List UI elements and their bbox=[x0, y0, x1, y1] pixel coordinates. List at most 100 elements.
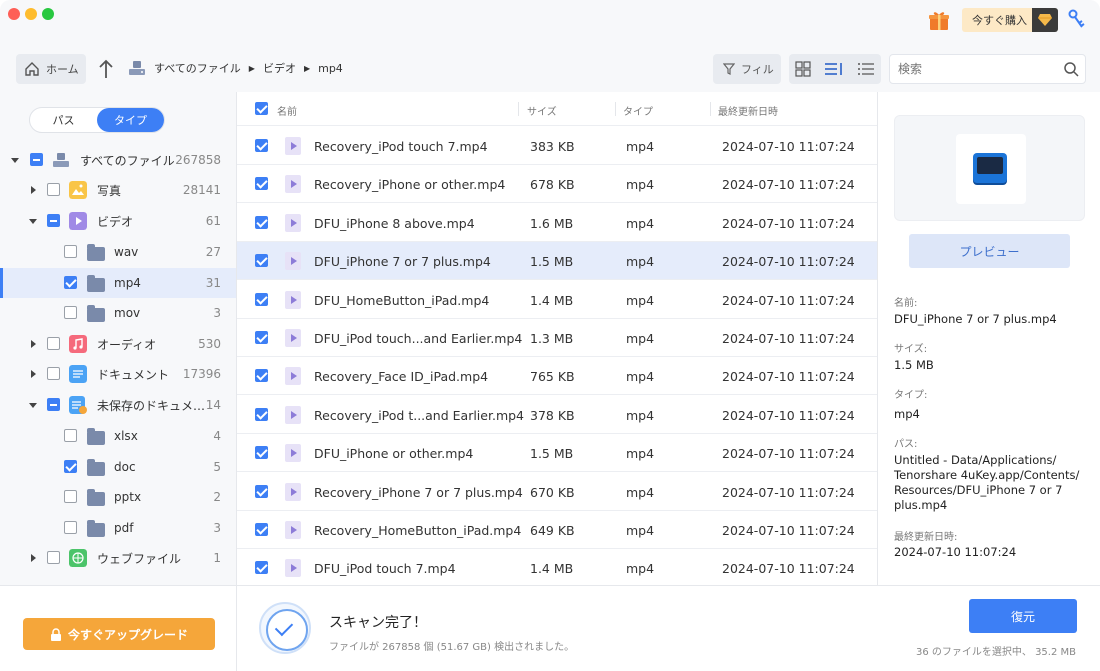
upgrade-button[interactable]: 今すぐアップグレード bbox=[23, 618, 215, 650]
video-file-icon bbox=[285, 367, 301, 386]
checkbox[interactable] bbox=[64, 460, 77, 473]
checkbox[interactable] bbox=[64, 429, 77, 442]
tree-item-audio[interactable]: オーディオ 530 bbox=[0, 329, 236, 359]
search-icon[interactable] bbox=[1063, 61, 1079, 77]
column-header-type[interactable]: タイプ bbox=[623, 103, 653, 118]
tab-path[interactable]: パス bbox=[30, 108, 97, 132]
collapse-icon[interactable] bbox=[29, 219, 37, 224]
register-key-icon[interactable] bbox=[1066, 9, 1086, 31]
file-modified: 2024-07-10 11:07:24 bbox=[722, 215, 855, 231]
filter-button[interactable]: フィル bbox=[713, 54, 781, 84]
selection-summary: 36 のファイルを選択中、 35.2 MB bbox=[915, 647, 1076, 658]
table-row[interactable]: DFU_iPhone 8 above.mp4 1.6 MB mp4 2024-07-1… bbox=[237, 204, 877, 242]
file-type: mp4 bbox=[626, 177, 655, 193]
audio-icon bbox=[69, 335, 87, 353]
table-row[interactable]: Recovery_iPod t...and Earlier.mp4 378 KB m… bbox=[237, 396, 877, 434]
breadcrumb-item[interactable]: すべてのファイル bbox=[154, 60, 241, 76]
tree-item-web-files[interactable]: ウェブファイル 1 bbox=[0, 543, 236, 573]
tree-item-wav[interactable]: wav 27 bbox=[0, 237, 236, 267]
tree-item-all-files[interactable]: すべてのファイル 267858 bbox=[0, 145, 236, 175]
collapse-icon[interactable] bbox=[11, 158, 19, 163]
tree-item-photos[interactable]: 写真 28141 bbox=[0, 175, 236, 205]
video-file-icon bbox=[285, 137, 301, 155]
checkbox[interactable] bbox=[47, 367, 60, 380]
tree-item-unsaved-documents[interactable]: 未保存のドキュメ… 14 bbox=[0, 390, 236, 420]
detail-date-label: 最終更新日時: bbox=[894, 532, 958, 543]
detail-list-view-icon[interactable] bbox=[824, 61, 844, 77]
table-row[interactable]: DFU_iPod touch...and Earlier.mp4 1.3 MB mp… bbox=[237, 319, 877, 357]
tree-item-documents[interactable]: ドキュメント 17396 bbox=[0, 359, 236, 389]
row-checkbox[interactable] bbox=[255, 407, 268, 421]
collapse-icon[interactable] bbox=[29, 403, 37, 408]
file-size: 1.3 MB bbox=[530, 331, 574, 346]
expand-icon[interactable] bbox=[31, 370, 36, 378]
breadcrumb-item[interactable]: mp4 bbox=[318, 62, 343, 75]
close-window-button[interactable] bbox=[8, 8, 20, 20]
table-row[interactable]: DFU_iPhone 7 or 7 plus.mp4 1.5 MB mp4 2024-… bbox=[237, 242, 877, 281]
row-checkbox[interactable] bbox=[255, 215, 268, 229]
table-row[interactable]: Recovery_HomeButton_iPad.mp4 649 KB mp4 202… bbox=[237, 511, 877, 549]
column-header-size[interactable]: サイズ bbox=[527, 103, 557, 118]
tree-item-xlsx[interactable]: xlsx 4 bbox=[0, 421, 236, 451]
checkbox[interactable] bbox=[30, 153, 43, 166]
preview-button[interactable]: プレビュー bbox=[909, 234, 1070, 268]
list-view-icon[interactable] bbox=[857, 61, 875, 77]
filter-icon bbox=[723, 63, 735, 75]
select-all-checkbox[interactable] bbox=[255, 102, 268, 115]
file-size: 678 KB bbox=[530, 177, 575, 193]
checkbox[interactable] bbox=[47, 214, 60, 227]
expand-icon[interactable] bbox=[31, 554, 36, 562]
checkbox[interactable] bbox=[47, 337, 60, 350]
row-checkbox[interactable] bbox=[255, 523, 268, 536]
tree-item-mp4[interactable]: mp4 31 bbox=[0, 268, 236, 298]
tree-item-pdf[interactable]: pdf 3 bbox=[0, 513, 236, 543]
row-checkbox[interactable] bbox=[255, 254, 268, 268]
row-checkbox[interactable] bbox=[255, 561, 268, 575]
checkbox[interactable] bbox=[64, 490, 77, 503]
column-divider[interactable] bbox=[710, 102, 711, 116]
grid-view-icon[interactable] bbox=[795, 61, 811, 77]
checkbox[interactable] bbox=[64, 306, 77, 319]
checkbox[interactable] bbox=[47, 183, 60, 196]
column-divider[interactable] bbox=[518, 102, 519, 116]
table-row[interactable]: DFU_HomeButton_iPad.mp4 1.4 MB mp4 2024-07-… bbox=[237, 281, 877, 319]
column-header-modified[interactable]: 最終更新日時 bbox=[718, 103, 778, 118]
column-header-name[interactable]: 名前 bbox=[277, 103, 297, 118]
checkbox[interactable] bbox=[47, 398, 60, 411]
row-checkbox[interactable] bbox=[255, 369, 268, 383]
tree-item-doc[interactable]: doc 5 bbox=[0, 452, 236, 482]
table-row[interactable]: DFU_iPod touch 7.mp4 1.4 MB mp4 2024-07-10 … bbox=[237, 549, 877, 585]
table-row[interactable]: Recovery_iPhone or other.mp4 678 KB mp4 202… bbox=[237, 165, 877, 204]
tree-item-video[interactable]: ビデオ 61 bbox=[0, 206, 236, 236]
minimize-window-button[interactable] bbox=[25, 8, 37, 20]
table-row[interactable]: Recovery_iPhone 7 or 7 plus.mp4 670 KB mp4… bbox=[237, 473, 877, 511]
table-row[interactable]: Recovery_Face ID_iPad.mp4 765 KB mp4 2024-0… bbox=[237, 357, 877, 396]
checkbox[interactable] bbox=[64, 245, 77, 258]
web-icon bbox=[69, 549, 87, 567]
search-input[interactable] bbox=[890, 55, 1050, 83]
tree-item-mov[interactable]: mov 3 bbox=[0, 298, 236, 328]
column-divider[interactable] bbox=[615, 102, 616, 116]
checkbox[interactable] bbox=[47, 551, 60, 564]
checkbox[interactable] bbox=[64, 521, 77, 534]
tab-type[interactable]: タイプ bbox=[97, 108, 164, 132]
row-checkbox[interactable] bbox=[255, 292, 268, 306]
home-button[interactable]: ホーム bbox=[16, 54, 86, 84]
tree-item-pptx[interactable]: pptx 2 bbox=[0, 482, 236, 512]
row-checkbox[interactable] bbox=[255, 446, 268, 460]
expand-icon[interactable] bbox=[31, 186, 36, 194]
row-checkbox[interactable] bbox=[255, 331, 268, 344]
row-checkbox[interactable] bbox=[255, 139, 268, 152]
table-row[interactable]: DFU_iPhone or other.mp4 1.5 MB mp4 2024-07-… bbox=[237, 434, 877, 473]
buy-now-button[interactable]: 今すぐ購入 bbox=[962, 8, 1058, 32]
up-arrow-icon[interactable] bbox=[96, 58, 116, 80]
checkbox[interactable] bbox=[64, 276, 77, 289]
row-checkbox[interactable] bbox=[255, 177, 268, 191]
restore-button[interactable]: 復元 bbox=[969, 599, 1077, 633]
table-row[interactable]: Recovery_iPod touch 7.mp4 383 KB mp4 2024-0… bbox=[237, 127, 877, 165]
breadcrumb-item[interactable]: ビデオ bbox=[263, 60, 296, 76]
zoom-window-button[interactable] bbox=[42, 8, 54, 20]
expand-icon[interactable] bbox=[31, 340, 36, 348]
gift-icon[interactable] bbox=[927, 8, 951, 32]
row-checkbox[interactable] bbox=[255, 484, 268, 498]
